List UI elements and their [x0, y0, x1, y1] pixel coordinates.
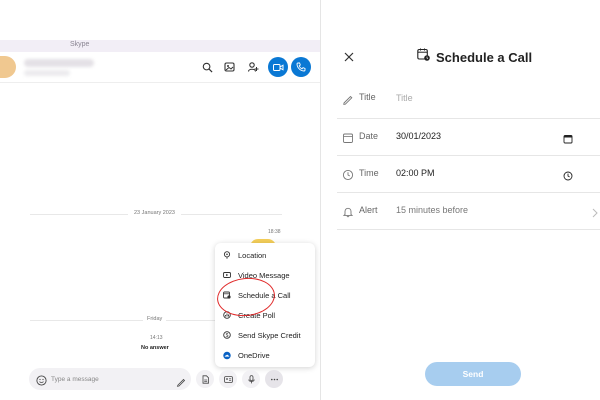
date-label: Date: [359, 131, 379, 141]
menu-item-label: OneDrive: [238, 350, 270, 360]
time-picker-icon[interactable]: [563, 168, 573, 181]
video-call-button[interactable]: [268, 57, 288, 77]
video-message-icon: [223, 271, 231, 279]
menu-item-send-skype-credit[interactable]: $ Send Skype Credit: [215, 325, 315, 345]
emoji-icon[interactable]: [36, 373, 47, 386]
title-row[interactable]: Title: [337, 80, 600, 116]
location-icon: [223, 251, 231, 259]
menu-item-onedrive[interactable]: OneDrive: [215, 345, 315, 365]
avatar[interactable]: [0, 56, 16, 78]
message-timestamp: 18:38: [268, 229, 281, 235]
panel-header: Schedule a Call: [417, 48, 532, 66]
menu-item-label: Send Skype Credit: [238, 330, 301, 340]
alert-value[interactable]: 15 minutes before: [396, 205, 468, 215]
date-picker-icon[interactable]: [563, 131, 573, 144]
voice-message-button[interactable]: [242, 370, 260, 388]
calendar-clock-icon: [417, 48, 430, 66]
date-value[interactable]: 30/01/2023: [396, 131, 441, 141]
close-icon[interactable]: [343, 50, 355, 62]
date-row[interactable]: Date 30/01/2023: [337, 119, 600, 155]
contact-name-blurred: [24, 59, 94, 67]
video-camera-icon: [272, 63, 283, 71]
divider: [337, 229, 600, 230]
gallery-icon[interactable]: [223, 60, 237, 74]
title-bar: Skype: [0, 40, 320, 52]
audio-call-button[interactable]: [291, 57, 311, 77]
message-composer[interactable]: [29, 368, 191, 390]
draw-icon[interactable]: [176, 374, 186, 387]
file-icon: [202, 374, 209, 384]
ellipsis-icon: [270, 378, 278, 380]
credit-icon: $: [223, 331, 231, 339]
send-button[interactable]: Send: [425, 362, 521, 386]
header-divider: [0, 82, 320, 83]
title-input[interactable]: [396, 90, 546, 106]
onedrive-icon: [223, 351, 231, 359]
contact-card-icon: [223, 375, 233, 383]
title-label: Title: [359, 92, 376, 102]
time-value[interactable]: 02:00 PM: [396, 168, 435, 178]
message-input[interactable]: [51, 372, 169, 386]
send-file-button[interactable]: [196, 370, 214, 388]
app-title: Skype: [70, 41, 90, 48]
date-divider-label: 23 January 2023: [128, 210, 181, 216]
bell-icon: [342, 205, 354, 218]
call-timestamp: 14:13: [150, 335, 163, 341]
call-status: No answer: [141, 345, 169, 351]
menu-item-label: Location: [238, 250, 267, 260]
pencil-icon: [342, 92, 354, 105]
search-icon[interactable]: [200, 60, 214, 74]
screen: Skype 23 January 2023 18:38 Friday 14:13…: [0, 0, 600, 400]
clock-icon: [342, 168, 354, 181]
alert-row[interactable]: Alert 15 minutes before: [337, 193, 600, 229]
chevron-right-icon[interactable]: [591, 205, 600, 218]
contact-status-blurred: [24, 70, 70, 76]
calendar-icon: [342, 131, 354, 143]
contact-card-button[interactable]: [219, 370, 237, 388]
svg-text:$: $: [226, 333, 229, 339]
schedule-call-panel: Schedule a Call Title Date 30/01/2023: [321, 40, 600, 400]
microphone-icon: [247, 374, 255, 383]
phone-icon: [296, 62, 306, 72]
time-row[interactable]: Time 02:00 PM: [337, 156, 600, 192]
time-label: Time: [359, 168, 379, 178]
date-divider-2-label: Friday: [143, 316, 167, 322]
more-options-button[interactable]: [265, 370, 283, 388]
add-people-icon[interactable]: [246, 60, 260, 74]
panel-title: Schedule a Call: [436, 49, 533, 65]
menu-item-location[interactable]: Location: [215, 245, 315, 265]
alert-label: Alert: [359, 205, 378, 215]
